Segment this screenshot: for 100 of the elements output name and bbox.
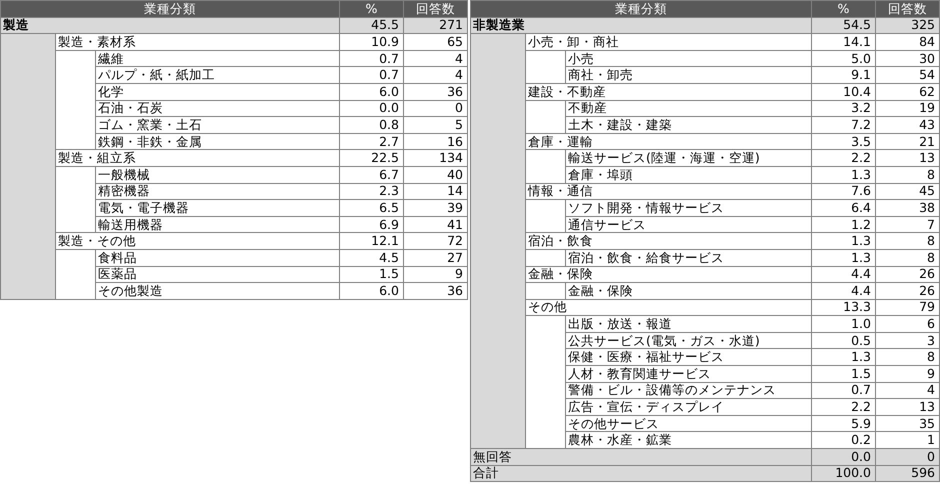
count-cell: 0 — [876, 448, 940, 466]
count-cell: 8 — [876, 348, 940, 366]
percent-cell: 1.3 — [812, 232, 876, 250]
count-cell: 1 — [876, 432, 940, 449]
percent-cell: 0.2 — [812, 432, 876, 449]
category-label: 輸送用機器 — [96, 216, 340, 233]
category-label: 広告・宣伝・ディスプレイ — [566, 398, 812, 416]
category-label: 宿泊・飲食 — [526, 232, 812, 250]
column-header: 業種分類 — [470, 0, 812, 18]
category-label: 情報・通信 — [526, 183, 812, 200]
count-cell: 9 — [876, 366, 940, 382]
percent-cell: 1.0 — [812, 316, 876, 332]
percent-cell: 2.3 — [340, 183, 404, 200]
category-label: 輸送サービス(陸運・海運・空運) — [566, 150, 812, 166]
count-cell: 65 — [404, 34, 468, 50]
category-label: 保健・医療・福祉サービス — [566, 348, 812, 366]
count-cell: 6 — [876, 316, 940, 332]
category-label: 食料品 — [96, 249, 340, 266]
percent-cell: 6.0 — [340, 282, 404, 300]
category-label: 小売・卸・商社 — [526, 34, 812, 50]
percent-cell: 2.2 — [812, 150, 876, 166]
count-cell: 36 — [404, 83, 468, 100]
percent-cell: 10.9 — [340, 34, 404, 50]
count-cell: 4 — [404, 50, 468, 67]
category-label: その他サービス — [566, 415, 812, 432]
count-cell: 0 — [404, 100, 468, 117]
count-cell: 7 — [876, 216, 940, 233]
category-label: 製造 — [0, 17, 340, 34]
category-label: ゴム・窯業・土石 — [96, 116, 340, 134]
percent-cell: 6.0 — [340, 83, 404, 100]
count-cell: 4 — [876, 382, 940, 399]
percent-cell: 2.2 — [812, 398, 876, 416]
category-label: 無回答 — [470, 448, 812, 466]
count-cell: 27 — [404, 249, 468, 266]
category-label: 倉庫・埠頭 — [566, 166, 812, 184]
column-header: 回答数 — [876, 0, 940, 18]
category-label: 製造・素材系 — [56, 34, 340, 50]
category-label: 公共サービス(電気・ガス・水道) — [566, 332, 812, 349]
count-cell: 325 — [876, 17, 940, 34]
category-label: 小売 — [566, 50, 812, 67]
category-label: 出版・放送・報道 — [566, 316, 812, 332]
percent-cell: 4.5 — [340, 249, 404, 266]
category-label: 石油・石炭 — [96, 100, 340, 117]
count-cell: 79 — [876, 299, 940, 316]
category-label: 金融・保険 — [566, 282, 812, 300]
percent-cell: 5.9 — [812, 415, 876, 432]
count-cell: 40 — [404, 166, 468, 184]
percent-cell: 0.7 — [340, 50, 404, 67]
percent-cell: 0.0 — [812, 448, 876, 466]
column-header: 業種分類 — [0, 0, 340, 18]
category-label: 製造・その他 — [56, 232, 340, 250]
category-label: 非製造業 — [470, 17, 812, 34]
percent-cell: 13.3 — [812, 299, 876, 316]
category-label: 宿泊・飲食・給食サービス — [566, 249, 812, 266]
column-header: % — [340, 0, 404, 18]
count-cell: 54 — [876, 66, 940, 84]
category-label: 化学 — [96, 83, 340, 100]
percent-cell: 0.8 — [340, 116, 404, 134]
count-cell: 19 — [876, 100, 940, 117]
percent-cell: 3.5 — [812, 133, 876, 150]
count-cell: 13 — [876, 150, 940, 166]
percent-cell: 45.5 — [340, 17, 404, 34]
count-cell: 62 — [876, 83, 940, 100]
category-label: 倉庫・運輸 — [526, 133, 812, 150]
count-cell: 596 — [876, 465, 940, 482]
category-label: パルプ・紙・紙加工 — [96, 66, 340, 84]
category-label: 商社・卸売 — [566, 66, 812, 84]
count-cell: 36 — [404, 282, 468, 300]
count-cell: 26 — [876, 282, 940, 300]
percent-cell: 12.1 — [340, 232, 404, 250]
percent-cell: 1.5 — [812, 366, 876, 382]
percent-cell: 6.4 — [812, 200, 876, 216]
column-header: % — [812, 0, 876, 18]
count-cell: 41 — [404, 216, 468, 233]
category-label: 精密機器 — [96, 183, 340, 200]
category-label: 電気・電子機器 — [96, 200, 340, 216]
count-cell: 45 — [876, 183, 940, 200]
count-cell: 39 — [404, 200, 468, 216]
percent-cell: 14.1 — [812, 34, 876, 50]
count-cell: 30 — [876, 50, 940, 67]
category-label: 土木・建設・建築 — [566, 116, 812, 134]
category-label: 通信サービス — [566, 216, 812, 233]
percent-cell: 1.3 — [812, 249, 876, 266]
count-cell: 35 — [876, 415, 940, 432]
category-label: その他 — [526, 299, 812, 316]
percent-cell: 9.1 — [812, 66, 876, 84]
percent-cell: 10.4 — [812, 83, 876, 100]
percent-cell: 1.3 — [812, 166, 876, 184]
category-label: 警備・ビル・設備等のメンテナンス — [566, 382, 812, 399]
category-label: 建設・不動産 — [526, 83, 812, 100]
category-label: ソフト開発・情報サービス — [566, 200, 812, 216]
percent-cell: 22.5 — [340, 150, 404, 166]
count-cell: 84 — [876, 34, 940, 50]
category-label: 医薬品 — [96, 266, 340, 283]
percent-cell: 1.2 — [812, 216, 876, 233]
percent-cell: 54.5 — [812, 17, 876, 34]
percent-cell: 4.4 — [812, 282, 876, 300]
percent-cell: 6.7 — [340, 166, 404, 184]
percent-cell: 7.2 — [812, 116, 876, 134]
count-cell: 16 — [404, 133, 468, 150]
